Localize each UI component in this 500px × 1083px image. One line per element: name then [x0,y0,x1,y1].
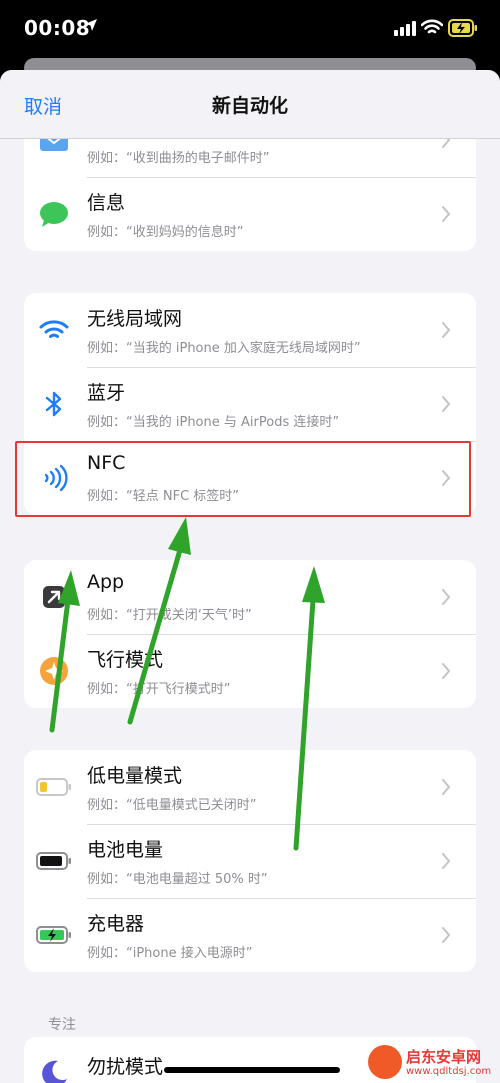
watermark-title: 启东安卓网 [406,1048,482,1066]
arrow-right [293,566,325,851]
arrow-middle [127,517,191,725]
watermark-url: www.qdltdsj.com [406,1066,492,1077]
page-title: 新自动化 [211,95,288,117]
arrow-left [49,570,80,733]
annotation-arrows [49,517,325,851]
watermark: 启东安卓网 www.qdltdsj.com [368,1045,498,1081]
navigation-bar: 取消 新自动化 [0,70,500,139]
home-indicator [164,1067,340,1073]
watermark-logo-icon [368,1045,402,1079]
